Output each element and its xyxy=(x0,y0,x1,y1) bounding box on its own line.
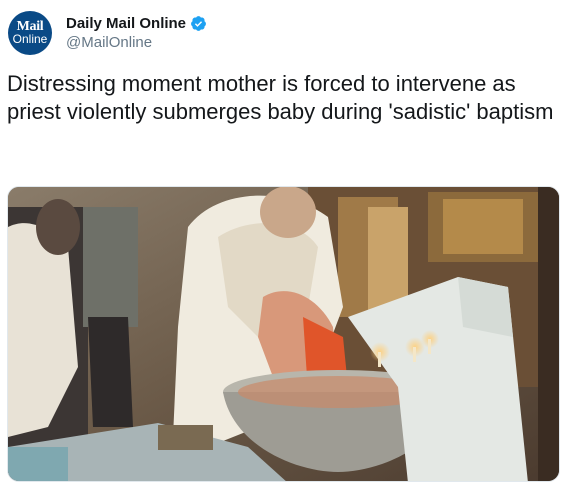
display-name[interactable]: Daily Mail Online xyxy=(66,15,186,32)
author-info: Daily Mail Online @MailOnline xyxy=(66,13,207,53)
tweet-media[interactable] xyxy=(7,186,560,482)
avatar[interactable]: Mail Online xyxy=(8,11,52,55)
name-row: Daily Mail Online xyxy=(66,13,207,33)
user-handle[interactable]: @MailOnline xyxy=(66,33,207,53)
tweet-header: Mail Online Daily Mail Online @MailOnlin… xyxy=(8,11,207,55)
verified-badge-icon xyxy=(190,15,207,32)
video-thumbnail-image xyxy=(8,187,559,481)
tweet-card[interactable]: Mail Online Daily Mail Online @MailOnlin… xyxy=(0,0,578,487)
avatar-text-bottom: Online xyxy=(12,32,48,46)
tweet-text: Distressing moment mother is forced to i… xyxy=(7,71,554,124)
